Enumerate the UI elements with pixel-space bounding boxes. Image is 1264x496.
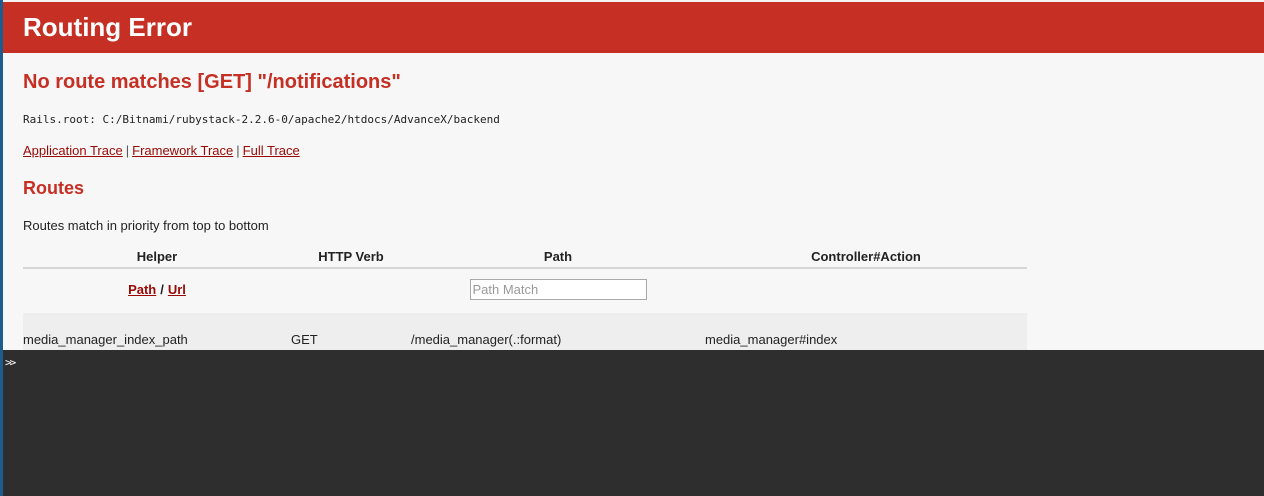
trace-separator: | <box>125 143 130 158</box>
route-action: media_manager#index <box>705 313 1027 350</box>
trace-separator: | <box>236 143 240 158</box>
application-trace-link[interactable]: Application Trace <box>23 143 123 158</box>
verb-filter-cell <box>291 268 411 309</box>
console-prompt: >> <box>5 356 16 369</box>
trace-links: Application Trace | Framework Trace | Full T… <box>23 143 300 158</box>
filter-row: Path / Url <box>23 268 1027 309</box>
error-page: Routing Error No route matches [GET] "/n… <box>3 0 1264 350</box>
routes-table: Helper HTTP Verb Path Controller#Action … <box>23 245 1027 350</box>
error-message: No route matches [GET] "/notifications" <box>23 71 401 93</box>
url-toggle-link[interactable]: Url <box>168 282 186 297</box>
routes-description: Routes match in priority from top to bot… <box>23 218 269 233</box>
table-row: media_manager_index_path GET /media_mana… <box>23 313 1027 350</box>
column-header-path: Path <box>411 245 705 269</box>
rails-root-path: Rails.root: C:/Bitnami/rubystack-2.2.6-0… <box>23 113 500 126</box>
helper-toggle: Path / Url <box>23 268 291 309</box>
web-console[interactable]: >> <box>3 350 1264 496</box>
table-header-row: Helper HTTP Verb Path Controller#Action <box>23 245 1027 269</box>
path-toggle-link[interactable]: Path <box>128 282 156 297</box>
page-header: Routing Error <box>3 2 1264 53</box>
path-match-input[interactable] <box>469 278 647 300</box>
full-trace-link[interactable]: Full Trace <box>243 143 300 158</box>
toggle-separator: / <box>160 281 164 297</box>
column-header-controller-action: Controller#Action <box>705 245 1027 269</box>
framework-trace-link[interactable]: Framework Trace <box>132 143 233 158</box>
path-filter-cell <box>411 268 705 309</box>
routes-heading: Routes <box>23 178 85 198</box>
browser-frame: Routing Error No route matches [GET] "/n… <box>0 0 1264 496</box>
route-verb: GET <box>291 313 411 350</box>
action-filter-cell <box>705 268 1027 309</box>
column-header-helper: Helper <box>23 245 291 269</box>
route-path: /media_manager(.:format) <box>411 313 705 350</box>
column-header-http-verb: HTTP Verb <box>291 245 411 269</box>
page-title: Routing Error <box>23 12 192 42</box>
route-helper: media_manager_index_path <box>23 313 291 350</box>
